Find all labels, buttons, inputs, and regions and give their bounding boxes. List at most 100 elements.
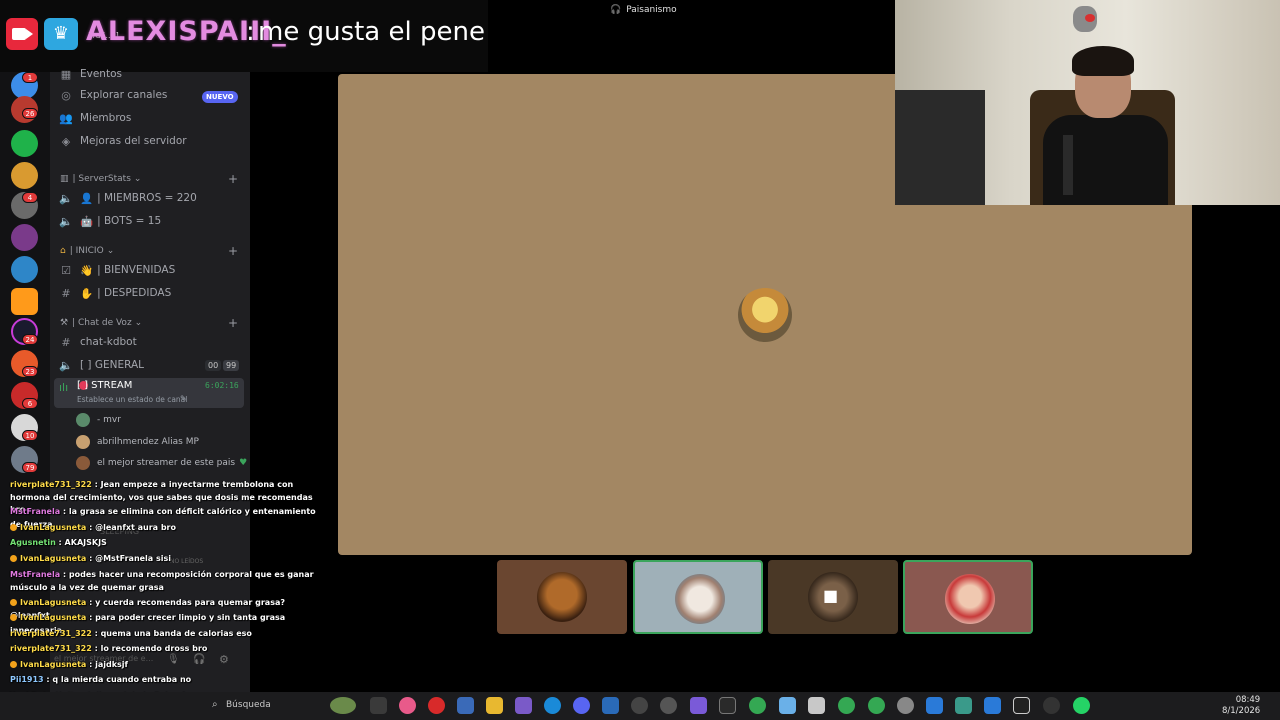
participant-tile[interactable] [903,560,1033,634]
sidebar-item-mejoras[interactable]: ◈ Mejoras del servidor [58,131,187,151]
chrome-icon[interactable] [749,697,766,714]
add-channel-icon[interactable]: + [228,316,238,330]
server-icon[interactable] [11,256,38,283]
server-icon[interactable] [11,288,38,315]
speaker-icon: 🔈 [59,358,73,372]
channel-stream[interactable]: ılı [ ] STREAM 6:02:16 Establece un esta… [54,378,244,408]
avatar [675,574,725,624]
task-view-icon[interactable] [370,697,387,714]
alert-username: ALEXISPAIII_ [86,16,287,47]
obs-icon[interactable] [660,697,677,714]
mention-badge: 23 [22,366,38,377]
person-icon: 👤 [80,192,94,205]
chat-message: MstFranela : podes hacer una recomposici… [10,570,314,592]
hammer-icon: ⚒ [60,318,69,328]
sidebar-item-miembros[interactable]: 👥 Miembros [58,108,131,128]
channel-bots-count[interactable]: 🔈 🤖 | BOTS = 15 [58,211,161,231]
discord-icon[interactable] [573,697,590,714]
edge-icon[interactable] [544,697,561,714]
category-serverstats[interactable]: ▥ | ServerStats ⌄ + [60,172,238,186]
badge-icon [10,524,17,531]
bot-icon: 🤖 [80,215,94,228]
stream-timer: 6:02:16 [205,381,239,390]
terminal-icon[interactable] [719,697,736,714]
avatar [945,574,995,624]
opera-icon[interactable] [428,697,445,714]
stage-header [488,0,895,72]
participant-tile[interactable] [497,560,627,634]
chat-message: riverplate731_322 : quema una banda de c… [10,629,252,638]
player-icon[interactable] [1043,697,1060,714]
server-icon[interactable] [11,224,38,251]
channel-status-text[interactable]: Establece un estado de canal [77,395,187,404]
notepad-icon[interactable] [779,697,796,714]
voice-user[interactable]: abrilhmendez Alias MP [76,433,199,451]
app-icon[interactable] [984,697,1001,714]
weather-icon[interactable] [330,697,356,714]
chat-username: MstFranela [10,570,61,579]
chat-message: IvanLagusneta : @leanfxt aura bro [10,522,326,535]
channel-miembros-count[interactable]: 🔈 👤 | MIEMBROS = 220 [58,188,197,208]
whatsapp-icon[interactable] [1073,697,1090,714]
app-icon[interactable] [808,697,825,714]
chat-text: quema una banda de calorias eso [100,629,252,638]
channel-label: | DESPEDIDAS [97,287,172,299]
compass-icon: ◎ [61,88,71,102]
speaker-avatar[interactable] [738,288,792,342]
mention-badge: 79 [22,462,38,473]
voice-user[interactable]: - mvr [76,411,121,429]
channel-bienvenidas[interactable]: ☑ 👋 | BIENVENIDAS [58,260,175,280]
chrome-icon[interactable] [868,697,885,714]
server-icon[interactable] [11,162,38,189]
app-icon[interactable] [955,697,972,714]
taskbar-clock[interactable]: 08:49 8/1/2026 [1222,695,1260,717]
add-channel-icon[interactable]: + [228,244,238,258]
boost-icon: ◈ [61,134,71,148]
chevron-down-icon: ⌄ [133,174,142,184]
badge-icon [10,599,17,606]
channel-chat-kdbot[interactable]: # chat-kdbot [58,332,136,352]
stream-chat-overlay: riverplate731_322 : Jean empeze a inyect… [0,477,330,720]
folder-icon[interactable] [486,697,503,714]
calendar-icon: ▦ [60,67,72,81]
participant-tile[interactable] [633,560,763,634]
voice-user[interactable]: el mejor streamer de este pais ♥ [76,454,247,472]
sidebar-item-eventos[interactable]: ▦ Eventos [58,64,122,84]
badge-icon [10,661,17,668]
chat-text: AKAJSKJS [64,538,107,547]
stage-channel-name: Paisanismo [626,5,677,15]
pen-icon[interactable] [515,697,532,714]
badge-icon [10,555,17,562]
avatar [76,456,90,470]
wall-decoration-dot [1085,14,1095,22]
category-label: | INICIO [69,246,104,256]
copilot-icon[interactable] [399,697,416,714]
participant-tile[interactable]: ■ [768,560,898,634]
stream-alert-banner: ♛ jira j... ] ALEXISPAIII_ : me gusta el… [0,0,488,72]
channel-label: | BIENVENIDAS [97,264,176,276]
chat-username: MstFranela [10,507,61,516]
avatar [537,572,587,622]
add-channel-icon[interactable]: + [228,172,238,186]
server-icon[interactable] [11,130,38,157]
taskbar-search[interactable]: Búsqueda [226,700,271,710]
mention-badge: 10 [22,430,38,441]
store-icon[interactable] [457,697,474,714]
category-chat-de-voz[interactable]: ⚒ | Chat de Voz ⌄ + [60,316,238,330]
channel-despedidas[interactable]: # ✋ | DESPEDIDAS [58,283,171,303]
capcut-icon[interactable] [1013,697,1030,714]
camera-icon: ■ [823,586,839,605]
category-inicio[interactable]: ⌂ | INICIO ⌄ + [60,244,238,258]
app-icon[interactable] [926,697,943,714]
sidebar-item-explorar[interactable]: ◎ Explorar canales [58,85,167,105]
app-icon[interactable] [631,697,648,714]
chrome-icon[interactable] [838,697,855,714]
mention-badge: 1 [22,72,38,83]
search-icon[interactable]: ⌕ [212,699,218,710]
settings-icon[interactable] [897,697,914,714]
channel-general[interactable]: 🔈 [ ] GENERAL 00 99 [58,355,244,375]
pencil-icon[interactable]: ✎ [180,394,187,403]
app-icon[interactable] [690,697,707,714]
chat-username: riverplate731_322 [10,480,92,489]
app-icon[interactable] [602,697,619,714]
